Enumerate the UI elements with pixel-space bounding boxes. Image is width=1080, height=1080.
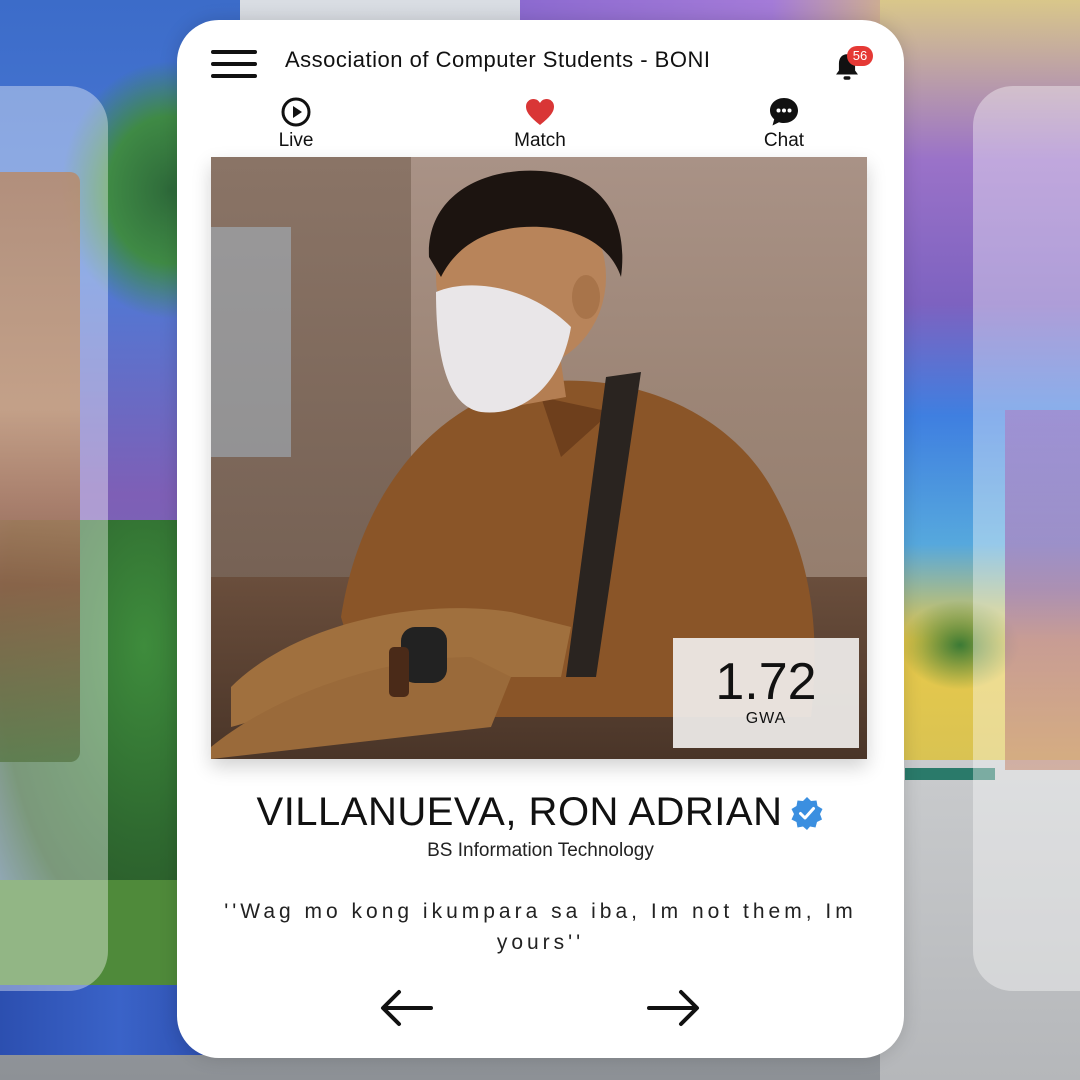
tab-match-label: Match xyxy=(514,130,566,151)
profile-name-row: VILLANUEVA, RON ADRIAN xyxy=(177,790,904,835)
previous-profile-button[interactable] xyxy=(379,986,435,1030)
chat-bubble-icon xyxy=(770,98,798,126)
next-profile-photo xyxy=(1005,410,1080,770)
notification-badge: 56 xyxy=(847,46,873,66)
next-profile-button[interactable] xyxy=(645,986,701,1030)
verified-badge-icon xyxy=(791,796,823,830)
gwa-label: GWA xyxy=(745,710,787,727)
tab-match[interactable]: Match xyxy=(495,96,585,158)
app-title: Association of Computer Students - BONI xyxy=(285,47,711,72)
tab-live[interactable]: Live xyxy=(251,96,341,158)
profile-photo[interactable]: 1.72 GWA xyxy=(211,157,867,759)
profile-course: BS Information Technology xyxy=(427,840,654,861)
tab-chat-label: Chat xyxy=(763,130,805,151)
gwa-value: 1.72 xyxy=(715,653,817,711)
previous-profile-photo xyxy=(0,172,80,762)
gwa-badge: 1.72 GWA xyxy=(673,638,859,748)
profile-quote: ''Wag mo kong ikumpara sa iba, Im not th… xyxy=(224,900,857,954)
arrow-right-icon xyxy=(647,990,699,1026)
tab-chat[interactable]: Chat xyxy=(739,96,829,158)
play-circle-icon xyxy=(281,97,311,127)
notifications-button[interactable]: 56 xyxy=(833,46,873,86)
hamburger-menu-icon[interactable] xyxy=(211,50,257,80)
heart-icon xyxy=(526,99,554,125)
profile-name: VILLANUEVA, RON ADRIAN xyxy=(256,790,783,834)
tab-live-label: Live xyxy=(278,130,314,151)
profile-card: Association of Computer Students - BONI … xyxy=(177,20,904,1058)
arrow-left-icon xyxy=(381,990,433,1026)
